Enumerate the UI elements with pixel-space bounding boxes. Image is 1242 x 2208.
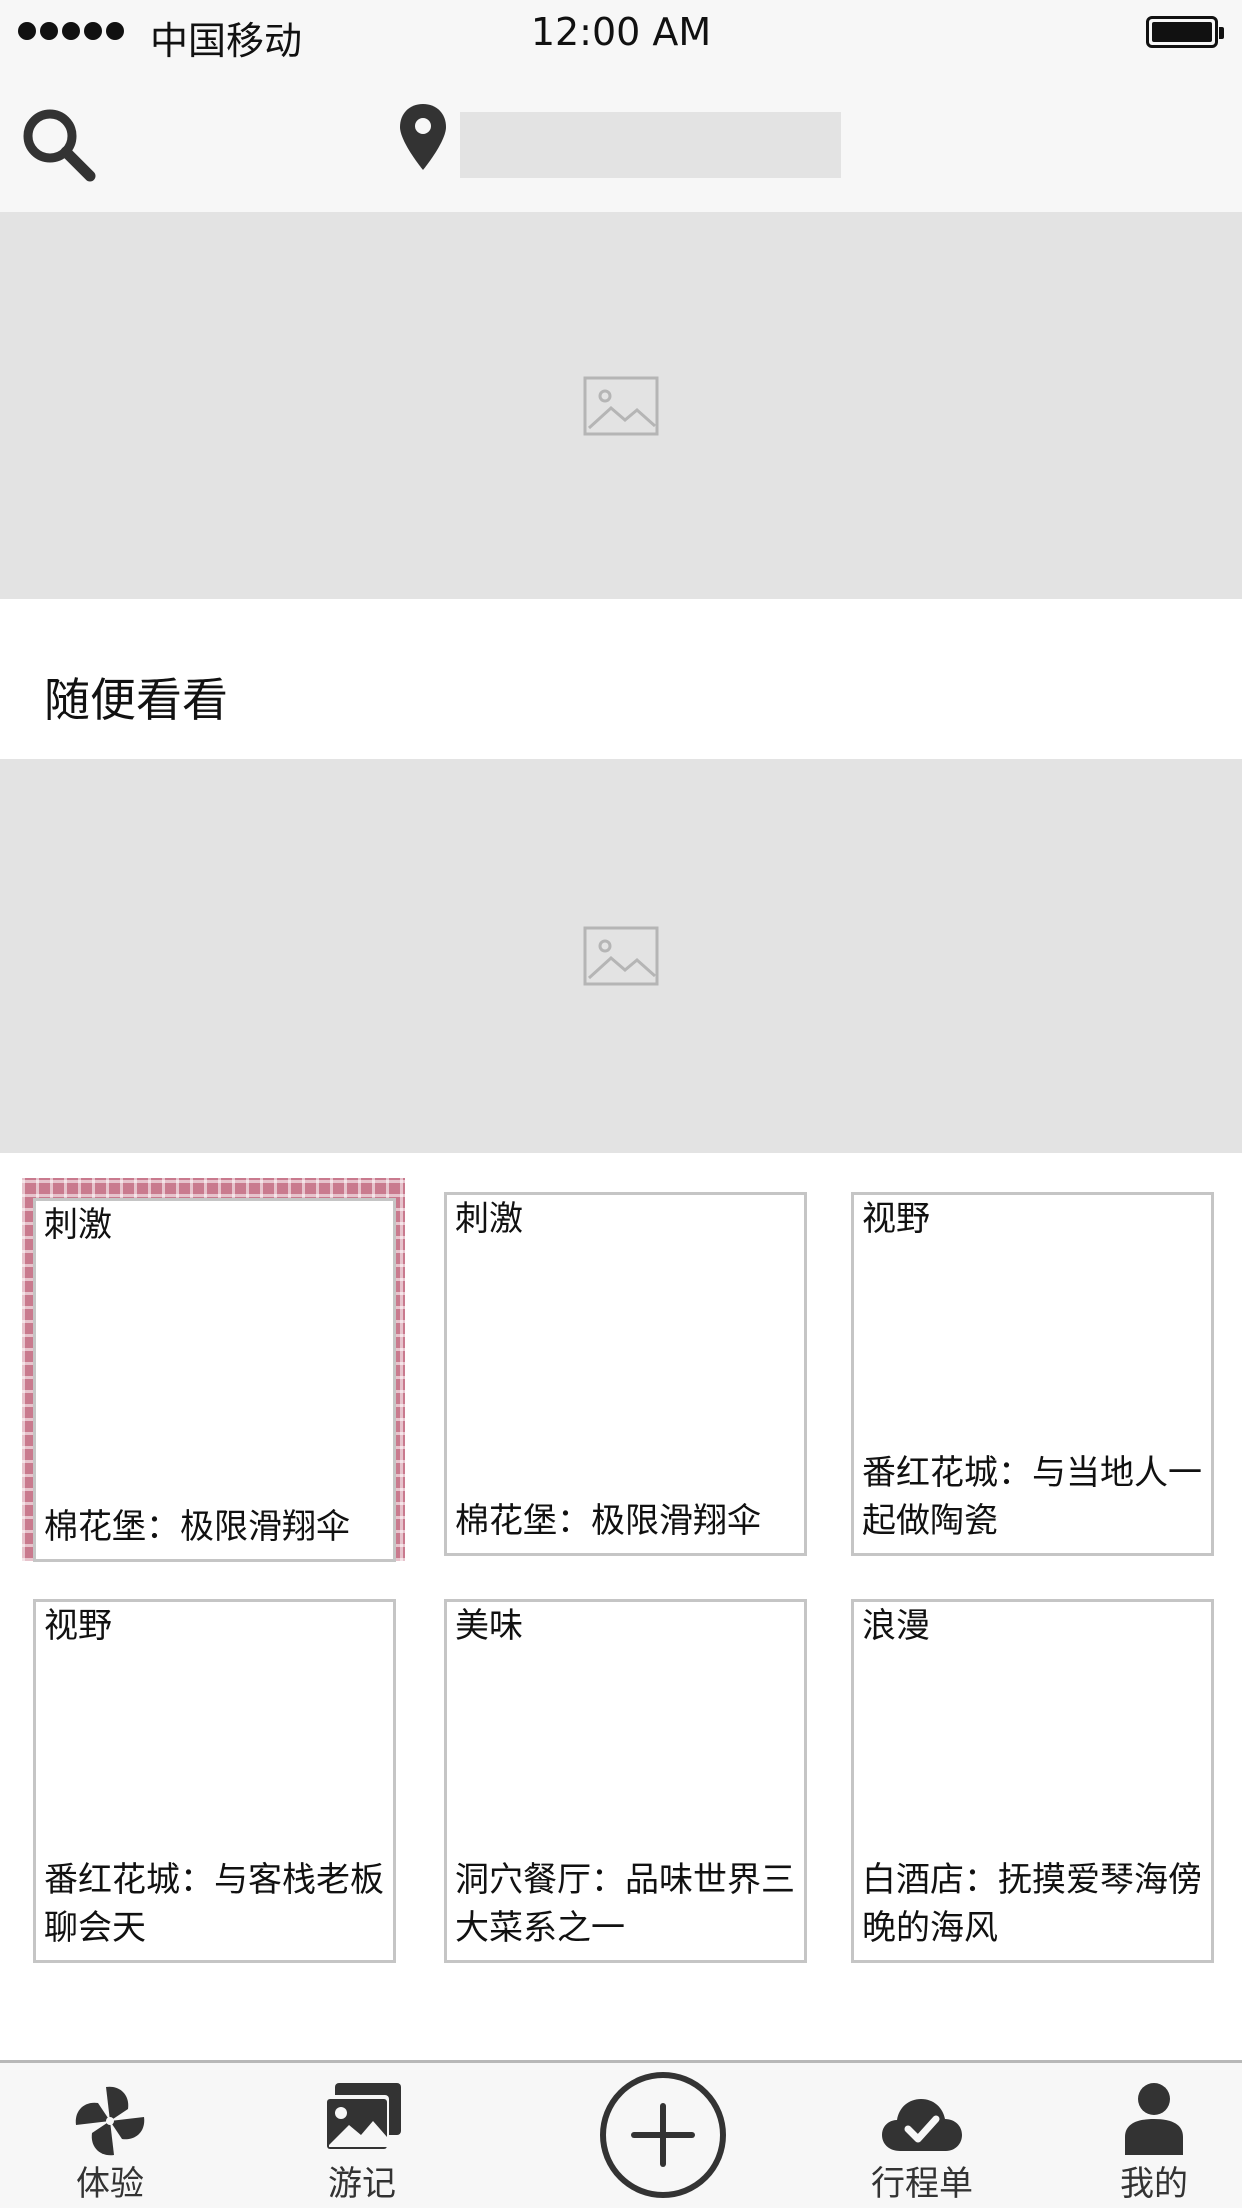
cloud-check-icon (882, 2099, 962, 2151)
section-title: 随便看看 (44, 673, 228, 727)
status-bar: 中国移动 12:00 AM (0, 0, 1242, 64)
pinwheel-icon (75, 2086, 145, 2156)
tab-label: 游记 (328, 2164, 396, 2204)
card-title: 番红花城：与客栈老板聊会天 (44, 1860, 384, 1948)
search-icon[interactable] (18, 104, 98, 184)
tab-mine[interactable]: 我的 (1084, 2063, 1224, 2208)
experience-card[interactable]: 美味 洞穴餐厅：品味世界三大菜系之一 (444, 1599, 807, 1963)
tab-label: 行程单 (871, 2164, 973, 2204)
plus-circle-icon (600, 2072, 726, 2198)
card-title: 洞穴餐厅：品味世界三大菜系之一 (455, 1860, 795, 1948)
card-tag: 视野 (862, 1199, 930, 1239)
card-tag: 视野 (44, 1606, 112, 1646)
battery-icon (1146, 16, 1224, 48)
status-time: 12:00 AM (530, 10, 712, 54)
card-title: 番红花城：与当地人一起做陶瓷 (862, 1453, 1202, 1541)
location-input[interactable] (460, 112, 841, 178)
search-header (0, 64, 1242, 212)
tab-travel-notes[interactable]: 游记 (292, 2063, 432, 2208)
photo-album-icon (323, 2083, 401, 2151)
card-title: 棉花堡：极限滑翔伞 (44, 1507, 350, 1547)
experience-card[interactable]: 浪漫 白酒店：抚摸爱琴海傍晚的海风 (851, 1599, 1214, 1963)
card-tag: 浪漫 (862, 1606, 930, 1646)
card-title: 白酒店：抚摸爱琴海傍晚的海风 (862, 1860, 1202, 1948)
home-screen: 中国移动 12:00 AM 随便看看 刺激 棉花堡：极限滑翔伞 刺激 棉花堡：极… (0, 0, 1242, 2208)
top-banner-image[interactable] (0, 212, 1242, 599)
card-tag: 刺激 (44, 1205, 112, 1245)
card-tag: 刺激 (455, 1199, 523, 1239)
image-placeholder-icon (583, 926, 659, 986)
tab-label: 体验 (76, 2164, 144, 2204)
user-icon (1125, 2083, 1183, 2155)
tab-experience[interactable]: 体验 (40, 2063, 180, 2208)
experience-card[interactable]: 刺激 棉花堡：极限滑翔伞 (33, 1198, 396, 1562)
experience-card[interactable]: 视野 番红花城：与当地人一起做陶瓷 (851, 1192, 1214, 1556)
tab-label: 我的 (1120, 2164, 1188, 2204)
experience-card[interactable]: 视野 番红花城：与客栈老板聊会天 (33, 1599, 396, 1963)
tab-itinerary[interactable]: 行程单 (852, 2063, 992, 2208)
card-title: 棉花堡：极限滑翔伞 (455, 1501, 761, 1541)
add-button[interactable] (598, 2070, 728, 2200)
featured-banner-image[interactable] (0, 759, 1242, 1153)
experience-card[interactable]: 刺激 棉花堡：极限滑翔伞 (444, 1192, 807, 1556)
map-pin-icon (398, 102, 448, 172)
card-tag: 美味 (455, 1606, 523, 1646)
image-placeholder-icon (583, 376, 659, 435)
